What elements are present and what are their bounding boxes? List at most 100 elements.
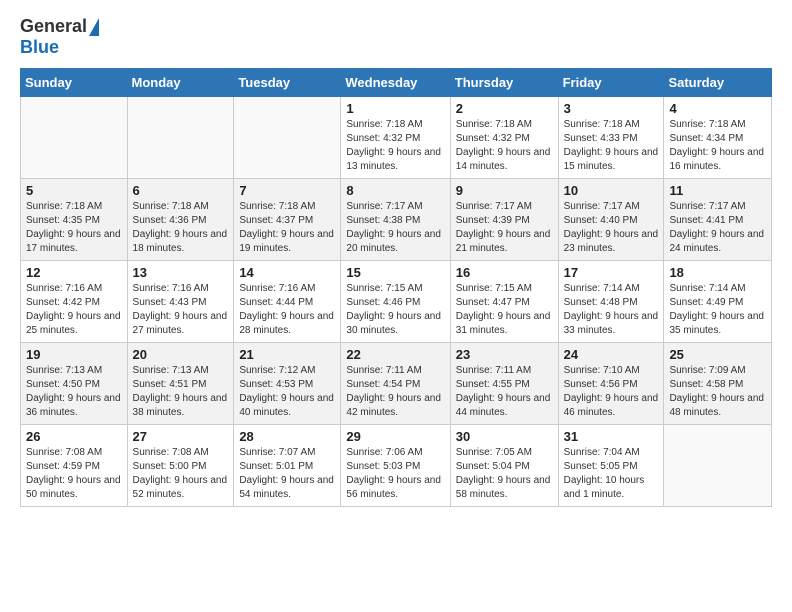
day-info: Sunrise: 7:06 AM Sunset: 5:03 PM Dayligh…	[346, 446, 444, 502]
calendar-cell: 5 Sunrise: 7:18 AM Sunset: 4:35 PM Daylig…	[21, 179, 128, 261]
day-number: 2	[456, 101, 553, 116]
calendar-cell: 1Sunrise: 7:18 AM Sunset: 4:32 PM Daylig…	[341, 97, 450, 179]
day-number: 29	[346, 429, 444, 444]
day-number: 28	[239, 429, 335, 444]
weekday-header-monday: Monday	[127, 69, 234, 97]
calendar-cell: 29 Sunrise: 7:06 AM Sunset: 5:03 PM Dayli…	[341, 425, 450, 507]
calendar-cell: 6 Sunrise: 7:18 AM Sunset: 4:36 PM Daylig…	[127, 179, 234, 261]
day-number: 25	[669, 347, 766, 362]
calendar-cell: 8Sunrise: 7:17 AM Sunset: 4:38 PM Daylig…	[341, 179, 450, 261]
day-info: Sunrise: 7:17 AM Sunset: 4:41 PM Dayligh…	[669, 200, 766, 256]
day-number: 31	[564, 429, 659, 444]
day-number: 19	[26, 347, 122, 362]
day-info: Sunrise: 7:05 AM Sunset: 5:04 PM Dayligh…	[456, 446, 553, 502]
day-info: Sunrise: 7:18 AM Sunset: 4:37 PM Dayligh…	[239, 200, 335, 256]
week-row-3: 12 Sunrise: 7:16 AM Sunset: 4:42 PM Dayli…	[21, 261, 772, 343]
calendar-cell: 24 Sunrise: 7:10 AM Sunset: 4:56 PM Dayli…	[558, 343, 664, 425]
day-number: 23	[456, 347, 553, 362]
day-info: Sunrise: 7:17 AM Sunset: 4:38 PM Dayligh…	[346, 200, 444, 256]
day-info: Sunrise: 7:18 AM Sunset: 4:35 PM Dayligh…	[26, 200, 122, 256]
day-info: Sunrise: 7:13 AM Sunset: 4:51 PM Dayligh…	[133, 364, 229, 420]
day-info: Sunrise: 7:11 AM Sunset: 4:55 PM Dayligh…	[456, 364, 553, 420]
calendar-cell: 31Sunrise: 7:04 AM Sunset: 5:05 PM Dayli…	[558, 425, 664, 507]
day-number: 21	[239, 347, 335, 362]
day-number: 4	[669, 101, 766, 116]
calendar-cell: 10 Sunrise: 7:17 AM Sunset: 4:40 PM Dayli…	[558, 179, 664, 261]
calendar-cell: 27 Sunrise: 7:08 AM Sunset: 5:00 PM Dayli…	[127, 425, 234, 507]
day-info: Sunrise: 7:16 AM Sunset: 4:42 PM Dayligh…	[26, 282, 122, 338]
week-row-2: 5 Sunrise: 7:18 AM Sunset: 4:35 PM Daylig…	[21, 179, 772, 261]
calendar-cell: 19 Sunrise: 7:13 AM Sunset: 4:50 PM Dayli…	[21, 343, 128, 425]
day-number: 6	[133, 183, 229, 198]
logo-blue-text: Blue	[20, 37, 59, 58]
calendar-cell: 30 Sunrise: 7:05 AM Sunset: 5:04 PM Dayli…	[450, 425, 558, 507]
day-info: Sunrise: 7:18 AM Sunset: 4:32 PM Dayligh…	[456, 118, 553, 174]
calendar-cell	[664, 425, 772, 507]
calendar-cell: 15Sunrise: 7:15 AM Sunset: 4:46 PM Dayli…	[341, 261, 450, 343]
day-info: Sunrise: 7:18 AM Sunset: 4:33 PM Dayligh…	[564, 118, 659, 174]
day-number: 30	[456, 429, 553, 444]
day-info: Sunrise: 7:08 AM Sunset: 5:00 PM Dayligh…	[133, 446, 229, 502]
day-number: 24	[564, 347, 659, 362]
calendar-cell: 20Sunrise: 7:13 AM Sunset: 4:51 PM Dayli…	[127, 343, 234, 425]
calendar-cell: 7Sunrise: 7:18 AM Sunset: 4:37 PM Daylig…	[234, 179, 341, 261]
day-number: 17	[564, 265, 659, 280]
calendar-cell: 13Sunrise: 7:16 AM Sunset: 4:43 PM Dayli…	[127, 261, 234, 343]
weekday-header-wednesday: Wednesday	[341, 69, 450, 97]
calendar-cell: 9 Sunrise: 7:17 AM Sunset: 4:39 PM Daylig…	[450, 179, 558, 261]
header: General Blue	[20, 16, 772, 58]
day-info: Sunrise: 7:16 AM Sunset: 4:44 PM Dayligh…	[239, 282, 335, 338]
day-info: Sunrise: 7:14 AM Sunset: 4:49 PM Dayligh…	[669, 282, 766, 338]
day-number: 26	[26, 429, 122, 444]
day-info: Sunrise: 7:18 AM Sunset: 4:34 PM Dayligh…	[669, 118, 766, 174]
day-info: Sunrise: 7:12 AM Sunset: 4:53 PM Dayligh…	[239, 364, 335, 420]
calendar-cell: 16 Sunrise: 7:15 AM Sunset: 4:47 PM Dayli…	[450, 261, 558, 343]
day-number: 11	[669, 183, 766, 198]
calendar-cell: 14 Sunrise: 7:16 AM Sunset: 4:44 PM Dayli…	[234, 261, 341, 343]
calendar-cell	[234, 97, 341, 179]
week-row-4: 19 Sunrise: 7:13 AM Sunset: 4:50 PM Dayli…	[21, 343, 772, 425]
day-info: Sunrise: 7:17 AM Sunset: 4:39 PM Dayligh…	[456, 200, 553, 256]
day-number: 27	[133, 429, 229, 444]
day-number: 9	[456, 183, 553, 198]
calendar-cell: 25Sunrise: 7:09 AM Sunset: 4:58 PM Dayli…	[664, 343, 772, 425]
day-number: 5	[26, 183, 122, 198]
calendar-cell	[127, 97, 234, 179]
day-info: Sunrise: 7:18 AM Sunset: 4:36 PM Dayligh…	[133, 200, 229, 256]
logo-general-text: General	[20, 16, 87, 37]
page: General Blue SundayMondayTuesdayWednesda…	[0, 0, 792, 523]
calendar-cell: 4 Sunrise: 7:18 AM Sunset: 4:34 PM Daylig…	[664, 97, 772, 179]
weekday-header-friday: Friday	[558, 69, 664, 97]
day-info: Sunrise: 7:13 AM Sunset: 4:50 PM Dayligh…	[26, 364, 122, 420]
weekday-header-sunday: Sunday	[21, 69, 128, 97]
day-info: Sunrise: 7:16 AM Sunset: 4:43 PM Dayligh…	[133, 282, 229, 338]
day-info: Sunrise: 7:17 AM Sunset: 4:40 PM Dayligh…	[564, 200, 659, 256]
weekday-header-tuesday: Tuesday	[234, 69, 341, 97]
calendar-cell: 22 Sunrise: 7:11 AM Sunset: 4:54 PM Dayli…	[341, 343, 450, 425]
day-number: 16	[456, 265, 553, 280]
week-row-5: 26Sunrise: 7:08 AM Sunset: 4:59 PM Dayli…	[21, 425, 772, 507]
day-number: 3	[564, 101, 659, 116]
day-number: 22	[346, 347, 444, 362]
calendar-cell: 18 Sunrise: 7:14 AM Sunset: 4:49 PM Dayli…	[664, 261, 772, 343]
day-info: Sunrise: 7:14 AM Sunset: 4:48 PM Dayligh…	[564, 282, 659, 338]
calendar-cell: 11 Sunrise: 7:17 AM Sunset: 4:41 PM Dayli…	[664, 179, 772, 261]
calendar-cell: 3 Sunrise: 7:18 AM Sunset: 4:33 PM Daylig…	[558, 97, 664, 179]
day-info: Sunrise: 7:10 AM Sunset: 4:56 PM Dayligh…	[564, 364, 659, 420]
day-info: Sunrise: 7:15 AM Sunset: 4:47 PM Dayligh…	[456, 282, 553, 338]
day-number: 14	[239, 265, 335, 280]
day-info: Sunrise: 7:15 AM Sunset: 4:46 PM Dayligh…	[346, 282, 444, 338]
logo: General Blue	[20, 16, 99, 58]
day-number: 1	[346, 101, 444, 116]
calendar-cell: 17 Sunrise: 7:14 AM Sunset: 4:48 PM Dayli…	[558, 261, 664, 343]
day-number: 12	[26, 265, 122, 280]
day-number: 10	[564, 183, 659, 198]
day-number: 18	[669, 265, 766, 280]
calendar-cell: 28Sunrise: 7:07 AM Sunset: 5:01 PM Dayli…	[234, 425, 341, 507]
calendar: SundayMondayTuesdayWednesdayThursdayFrid…	[20, 68, 772, 507]
weekday-header-saturday: Saturday	[664, 69, 772, 97]
calendar-cell	[21, 97, 128, 179]
weekday-header-row: SundayMondayTuesdayWednesdayThursdayFrid…	[21, 69, 772, 97]
day-info: Sunrise: 7:11 AM Sunset: 4:54 PM Dayligh…	[346, 364, 444, 420]
calendar-cell: 21 Sunrise: 7:12 AM Sunset: 4:53 PM Dayli…	[234, 343, 341, 425]
